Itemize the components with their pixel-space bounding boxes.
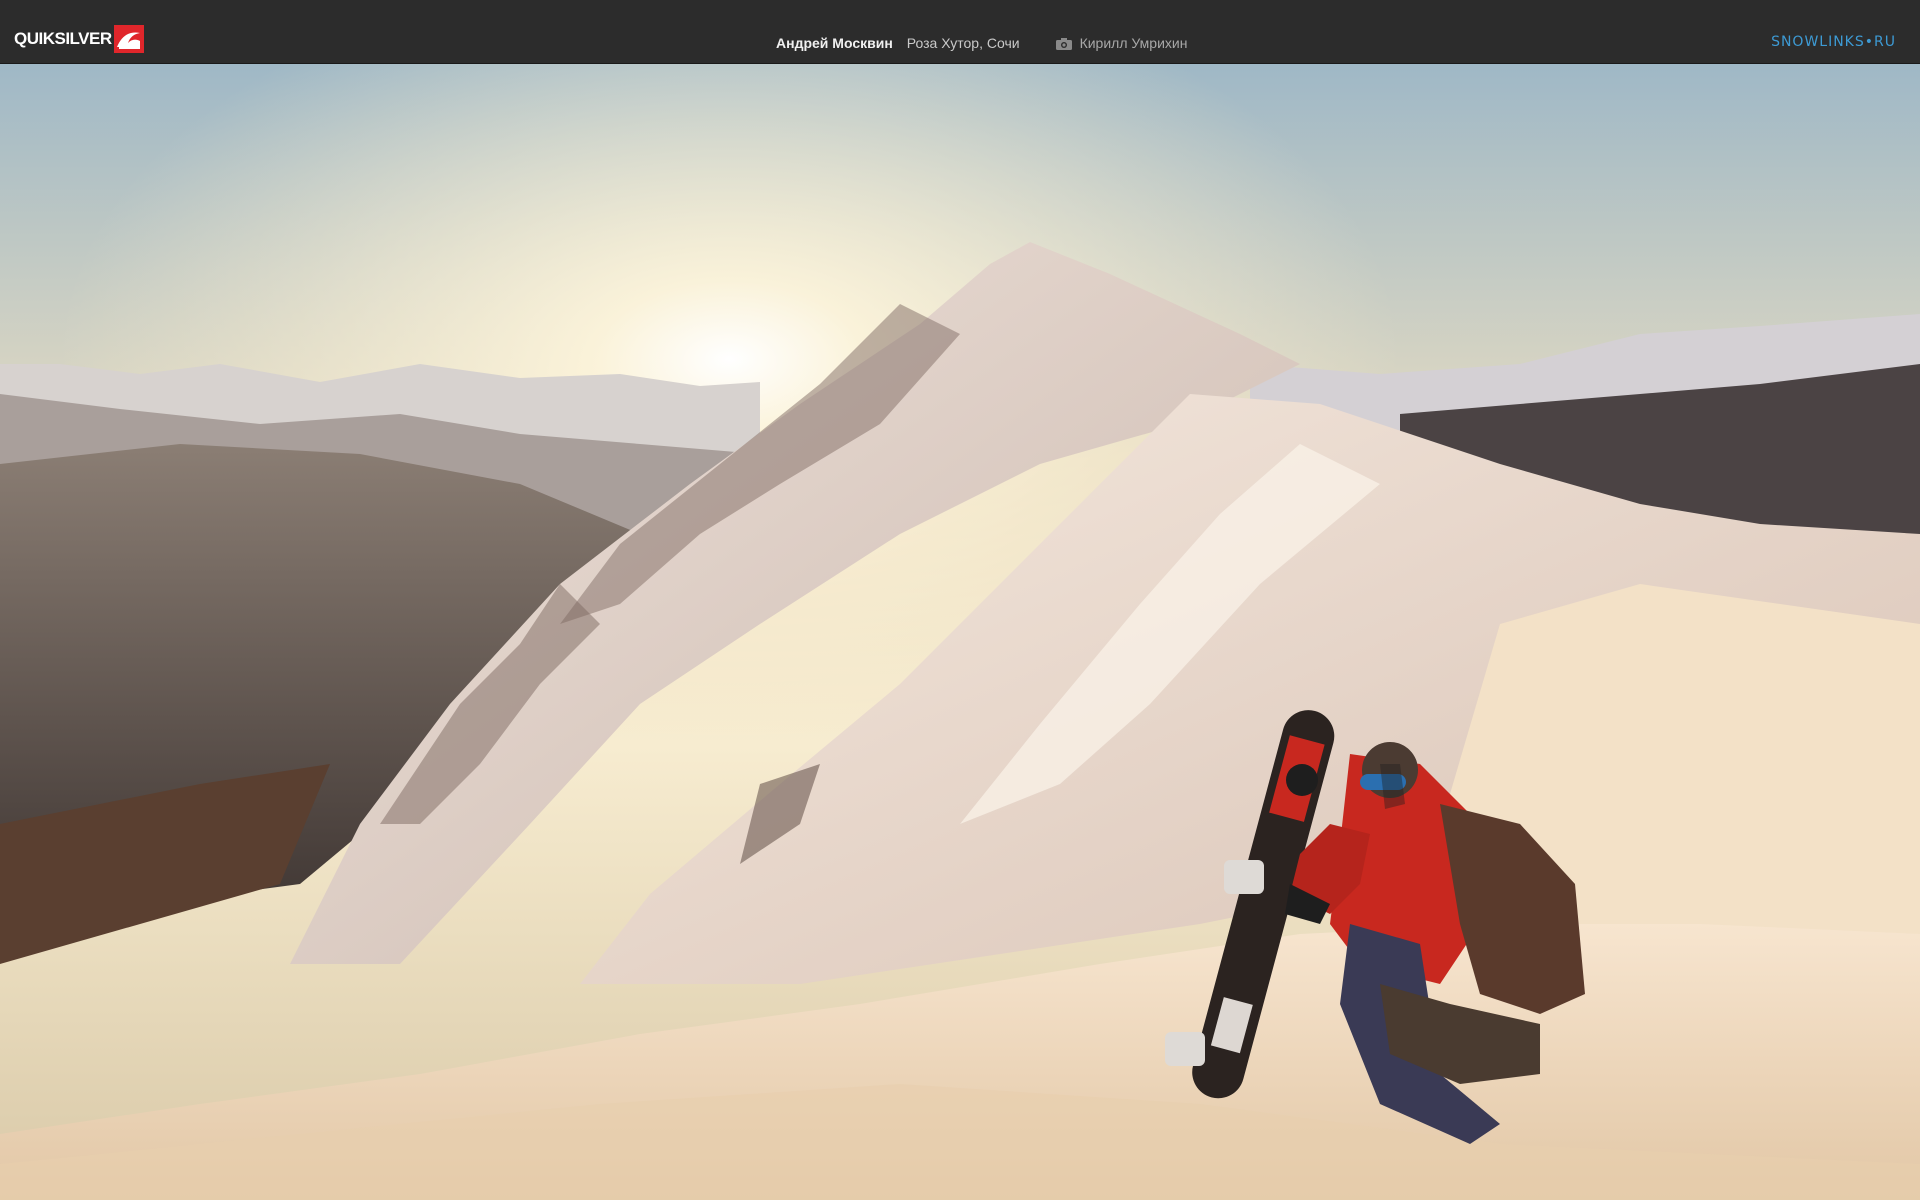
top-bar: QUIKSILVER Андрей Москвин Роза Хутор, Со… — [0, 0, 1920, 64]
photographer-name[interactable]: Кирилл Умрихин — [1080, 35, 1188, 51]
brand-name: QUIKSILVER — [14, 29, 112, 48]
snowboarder-photo — [0, 64, 1920, 1200]
brand-logo[interactable]: QUIKSILVER — [14, 25, 144, 53]
athlete-name[interactable]: Андрей Москвин — [776, 35, 893, 51]
site-link[interactable]: SNOWLINKS•RU — [1771, 34, 1896, 50]
camera-icon — [1055, 37, 1072, 50]
location-name[interactable]: Роза Хутор, Сочи — [907, 35, 1020, 51]
photo-credits: Андрей Москвин Роза Хутор, Сочи Кирилл У… — [776, 35, 1187, 51]
main-photo — [0, 64, 1920, 1200]
quiksilver-wave-icon — [113, 25, 144, 53]
